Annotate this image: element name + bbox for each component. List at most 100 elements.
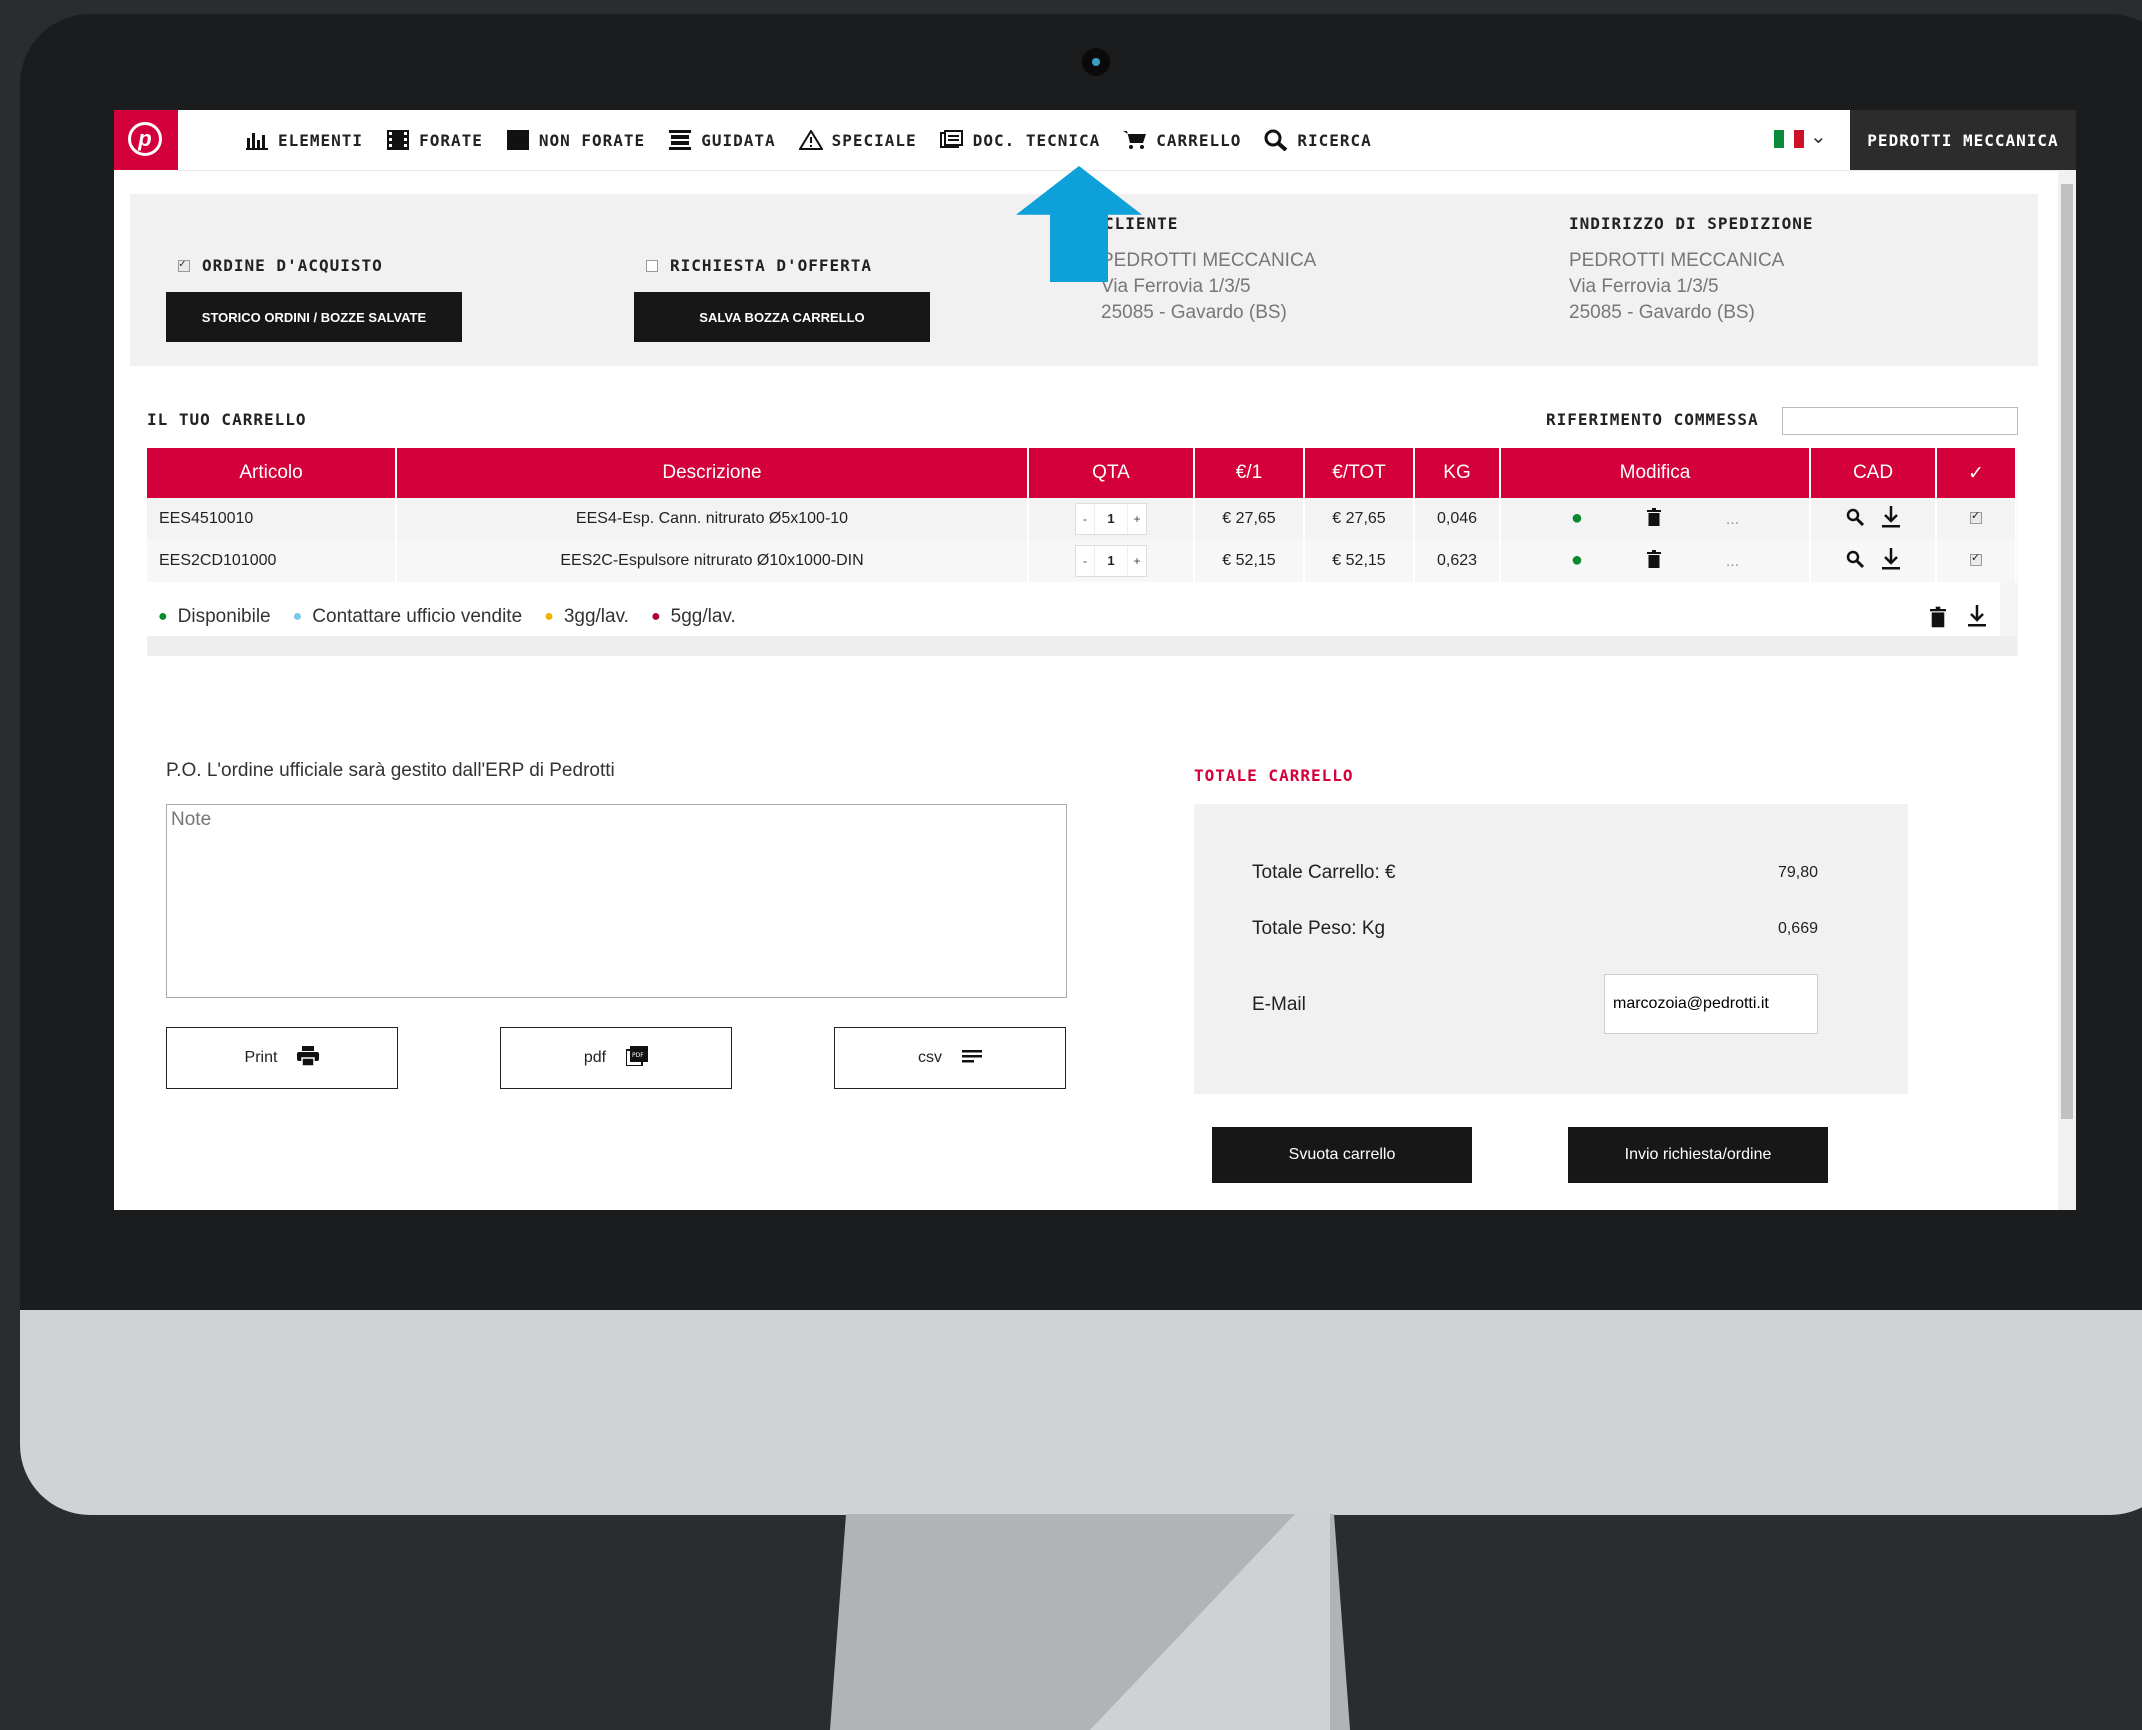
- empty-cart-button[interactable]: Svuota carrello: [1212, 1127, 1472, 1183]
- pdf-label: pdf: [583, 1049, 607, 1066]
- qty-increment-button[interactable]: +: [1128, 512, 1146, 526]
- row-total-price: € 27,65: [1304, 498, 1415, 540]
- square-icon: [505, 130, 531, 150]
- row-code: EES2CD101000: [147, 540, 397, 582]
- nav-label: Guidata: [701, 130, 776, 150]
- print-button[interactable]: Print: [166, 1027, 398, 1089]
- nav-label: Non forate: [538, 130, 646, 150]
- legend-label: 5gg/lav.: [670, 606, 736, 627]
- qty-value[interactable]: 1: [1094, 546, 1128, 576]
- save-draft-button[interactable]: SALVA BOZZA CARRELLO: [634, 292, 930, 342]
- warning-icon: [798, 130, 824, 150]
- download-icon[interactable]: [1882, 505, 1901, 533]
- chart-icon: [244, 130, 270, 150]
- nav-label: Forate: [419, 130, 483, 150]
- more-options-button[interactable]: ...: [1726, 553, 1739, 570]
- reference-label: Riferimento commessa: [1546, 410, 1759, 429]
- client-heading: Cliente: [1104, 214, 1179, 233]
- browser-screen: p Elementi Forate Non forate Guidata: [114, 110, 2076, 1210]
- bulk-download-icon[interactable]: [1968, 604, 1986, 633]
- reference-input[interactable]: [1782, 407, 2018, 435]
- search-icon[interactable]: [1846, 550, 1864, 573]
- bulk-delete-icon[interactable]: [1930, 606, 1946, 633]
- po-message: P.O. L'ordine ufficiale sarà gestito dal…: [166, 760, 615, 781]
- nav-elementi[interactable]: Elementi: [244, 130, 363, 150]
- nav-label: Doc. tecnica: [972, 130, 1101, 150]
- quantity-stepper[interactable]: -1 +: [1075, 545, 1147, 577]
- legend-dot-icon: ●: [544, 608, 554, 625]
- shipping-street: Via Ferrovia 1/3/5: [1569, 276, 1719, 297]
- legend-dot-icon: ●: [292, 608, 303, 625]
- quantity-stepper[interactable]: -1 +: [1075, 503, 1147, 535]
- cart-horizontal-scrollbar[interactable]: [147, 636, 2017, 656]
- row-qty-cell: -1 +: [1028, 498, 1195, 540]
- notes-textarea[interactable]: [166, 804, 1067, 998]
- nav-label: Carrello: [1156, 130, 1242, 150]
- legend-label: Disponibile: [177, 606, 271, 627]
- page-scrollbar[interactable]: [2058, 170, 2076, 1210]
- header-divider: [178, 170, 2058, 171]
- user-account-button[interactable]: Pedrotti Meccanica: [1850, 110, 2076, 170]
- scrollbar-thumb[interactable]: [2061, 184, 2073, 1119]
- nav-speciale[interactable]: Speciale: [798, 130, 917, 150]
- qty-decrement-button[interactable]: -: [1076, 512, 1094, 526]
- totals-heading: Totale carrello: [1194, 766, 1354, 785]
- offer-request-label: Richiesta d'offerta: [670, 256, 873, 275]
- nav-label: Elementi: [278, 130, 364, 150]
- row-total-price: € 52,15: [1304, 540, 1415, 582]
- row-unit-price: € 52,15: [1194, 540, 1305, 582]
- offer-request-option[interactable]: Richiesta d'offerta: [646, 256, 872, 275]
- italian-flag-icon[interactable]: [1774, 130, 1804, 148]
- legend-label: 3gg/lav.: [563, 606, 629, 627]
- film-icon: [385, 130, 411, 150]
- row-select-checkbox[interactable]: [1970, 509, 1982, 524]
- csv-button[interactable]: csv: [834, 1027, 1066, 1089]
- row-kg: 0,623: [1414, 540, 1501, 582]
- nav-non-forate[interactable]: Non forate: [505, 130, 645, 150]
- cart-total-label: Totale Carrello: €: [1252, 862, 1396, 883]
- col-modifica: Modifica: [1500, 448, 1811, 498]
- row-cad: [1810, 498, 1937, 540]
- row-description: EES4-Esp. Cann. nitrurato Ø5x100-10: [396, 498, 1029, 540]
- offer-request-checkbox[interactable]: [646, 260, 658, 272]
- nav-doc-tecnica[interactable]: Doc. tecnica: [939, 130, 1101, 150]
- qty-value[interactable]: 1: [1094, 504, 1128, 534]
- download-icon[interactable]: [1882, 547, 1901, 575]
- nav-guidata[interactable]: Guidata: [667, 130, 775, 150]
- row-description: EES2C-Espulsore nitrurato Ø10x1000-DIN: [396, 540, 1029, 582]
- nav-carrello[interactable]: Carrello: [1122, 130, 1241, 150]
- totals-panel: Totale Carrello: € 79,80 Totale Peso: Kg…: [1194, 804, 1908, 1094]
- cart-table: Articolo Descrizione QTA €/1 €/TOT KG Mo…: [147, 448, 2017, 582]
- chevron-down-icon[interactable]: ⌄: [1810, 124, 1827, 149]
- more-options-button[interactable]: ...: [1726, 511, 1739, 528]
- col-descrizione: Descrizione: [396, 448, 1029, 498]
- qty-increment-button[interactable]: +: [1128, 554, 1146, 568]
- nav-ricerca[interactable]: Ricerca: [1263, 129, 1371, 151]
- history-button[interactable]: STORICO ORDINI / BOZZE SALVATE: [166, 292, 462, 342]
- row-select-cell: [1936, 540, 2017, 582]
- nav-forate[interactable]: Forate: [385, 130, 483, 150]
- availability-legend: ● Disponibile ● Contattare ufficio vendite…: [158, 606, 758, 628]
- stack-icon: [667, 130, 693, 150]
- trash-icon[interactable]: [1647, 508, 1662, 531]
- row-select-checkbox[interactable]: [1970, 551, 1982, 566]
- shipping-name: PEDROTTI MECCANICA: [1569, 250, 1785, 271]
- pedrotti-logo[interactable]: p: [114, 110, 178, 170]
- pdf-button[interactable]: pdf PDF: [500, 1027, 732, 1089]
- printer-icon: [297, 1045, 320, 1071]
- row-actions: ● ...: [1500, 540, 1811, 582]
- table-row: EES4510010 EES4-Esp. Cann. nitrurato Ø5x…: [147, 498, 2017, 540]
- qty-decrement-button[interactable]: -: [1076, 554, 1094, 568]
- availability-dot-icon: ●: [1570, 506, 1583, 529]
- send-order-button[interactable]: Invio richiesta/ordine: [1568, 1127, 1828, 1183]
- search-icon[interactable]: [1846, 508, 1864, 531]
- purchase-order-option[interactable]: Ordine d'acquisto: [178, 256, 383, 275]
- purchase-order-checkbox[interactable]: [178, 257, 190, 272]
- client-address: PEDROTTI MECCANICA Via Ferrovia 1/3/5 25…: [1101, 248, 1316, 326]
- email-field[interactable]: [1604, 974, 1818, 1034]
- legend-label: Contattare ufficio vendite: [312, 606, 523, 627]
- cart-table-wrapper: Articolo Descrizione QTA €/1 €/TOT KG Mo…: [147, 448, 2027, 582]
- trash-icon[interactable]: [1647, 550, 1662, 573]
- col-select: ✓: [1936, 448, 2017, 498]
- col-unit-price: €/1: [1194, 448, 1305, 498]
